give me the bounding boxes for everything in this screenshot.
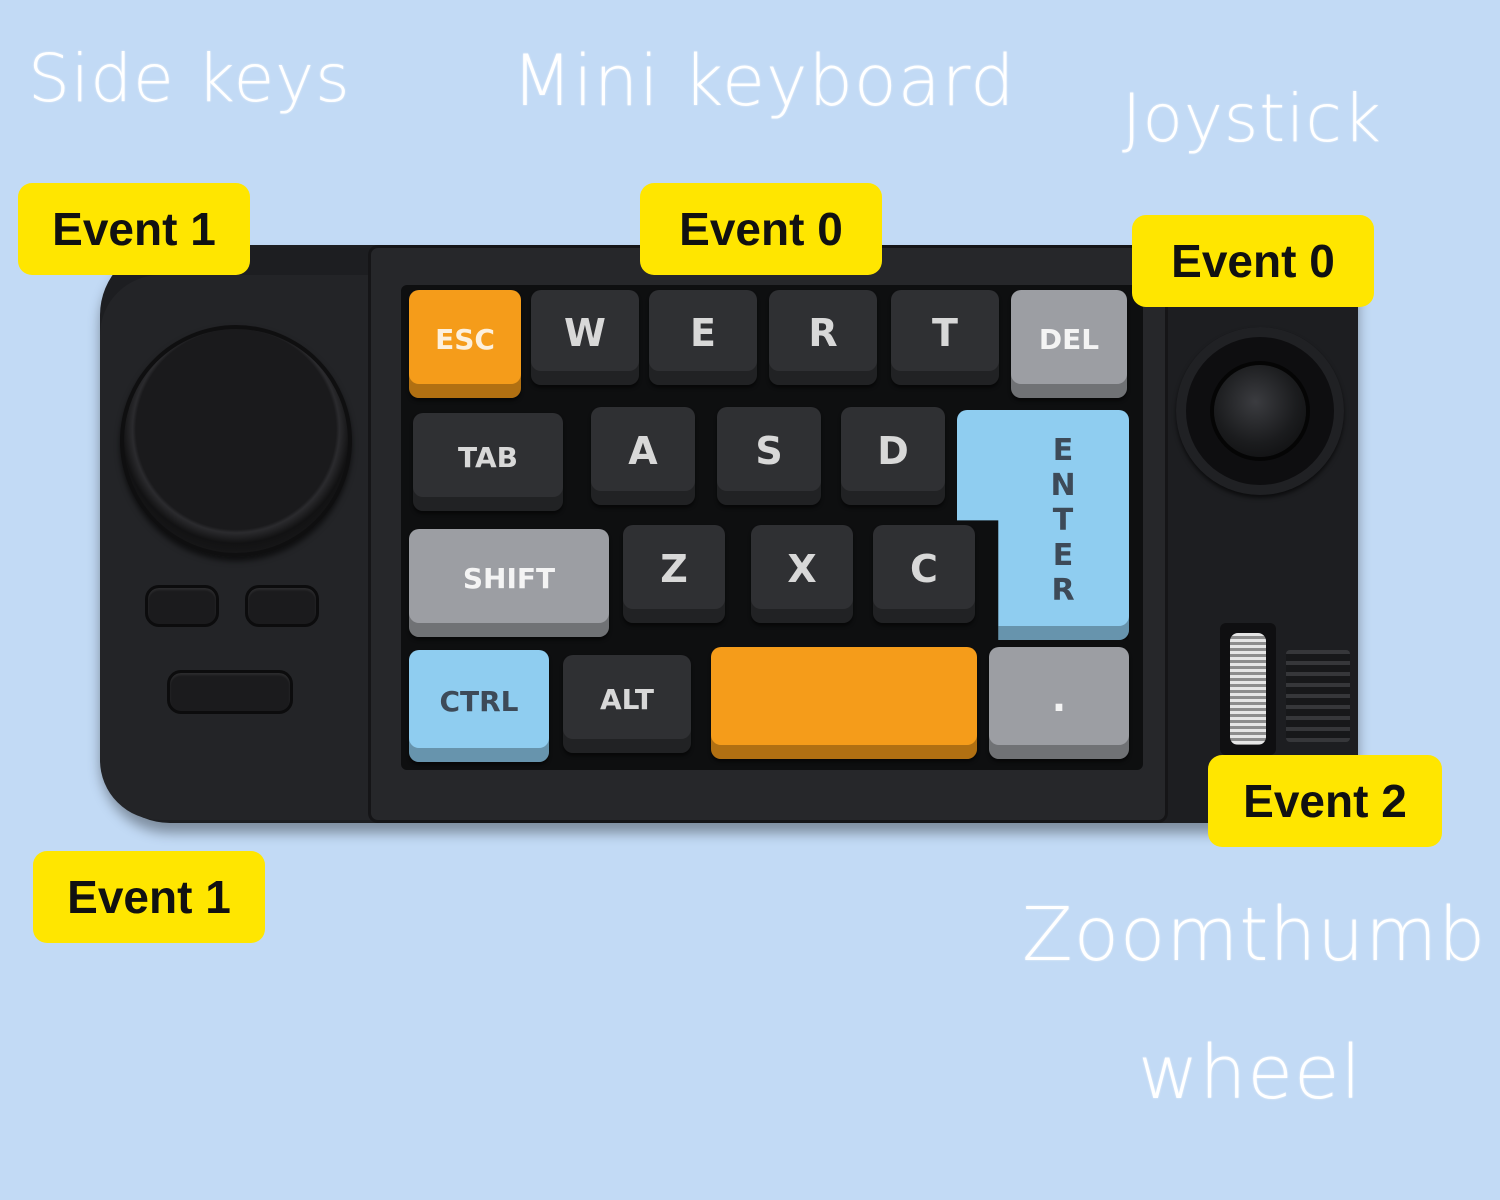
side-key-right[interactable] [245, 585, 319, 627]
wheel-event-badge: Event 2 [1208, 755, 1442, 847]
mini-keyboard-title: Mini keyboard [512, 40, 1016, 122]
key-ctrl[interactable]: CTRL [409, 650, 549, 762]
key-x[interactable]: X [751, 525, 853, 623]
knob-event-badge: Event 1 [33, 851, 265, 943]
key-e[interactable]: E [649, 290, 757, 385]
rotary-knob[interactable] [120, 325, 352, 557]
joystick-title: Joystick [1122, 80, 1383, 157]
joystick[interactable] [1214, 365, 1306, 457]
key-z[interactable]: Z [623, 525, 725, 623]
keyboard-event-badge: Event 0 [640, 183, 882, 275]
mini-keyboard-device: ESC W E R T DEL TAB A S D ENTER SHIFT Z … [100, 245, 1358, 823]
zoom-thumb-wheel[interactable] [1230, 633, 1266, 745]
key-shift[interactable]: SHIFT [409, 529, 609, 637]
key-tab[interactable]: TAB [413, 413, 563, 511]
key-enter[interactable]: ENTER [957, 410, 1129, 640]
joystick-wheel-module [1168, 285, 1358, 795]
key-c[interactable]: C [873, 525, 975, 623]
zoom-thumb-wheel-title-line2: wheel [1138, 1030, 1363, 1116]
vent-grille [1286, 650, 1350, 742]
side-keys-title: Side keys [28, 40, 351, 117]
key-del[interactable]: DEL [1011, 290, 1127, 398]
enter-label: ENTER [1045, 432, 1081, 608]
key-t[interactable]: T [891, 290, 999, 385]
keyboard-well: ESC W E R T DEL TAB A S D ENTER SHIFT Z … [401, 285, 1143, 770]
zoom-thumb-wheel-title-line1: Zoomthumb [1022, 892, 1487, 978]
key-spacebar[interactable] [711, 647, 977, 759]
key-d[interactable]: D [841, 407, 945, 505]
key-w[interactable]: W [531, 290, 639, 385]
key-dot[interactable]: . [989, 647, 1129, 759]
keyboard-frame: ESC W E R T DEL TAB A S D ENTER SHIFT Z … [368, 245, 1168, 823]
side-keys-module [100, 275, 370, 820]
side-key-bottom[interactable] [167, 670, 293, 714]
key-a[interactable]: A [591, 407, 695, 505]
key-s[interactable]: S [717, 407, 821, 505]
key-esc[interactable]: ESC [409, 290, 521, 398]
side-keys-event-badge: Event 1 [18, 183, 250, 275]
side-key-left[interactable] [145, 585, 219, 627]
key-alt[interactable]: ALT [563, 655, 691, 753]
key-r[interactable]: R [769, 290, 877, 385]
joystick-event-badge: Event 0 [1132, 215, 1374, 307]
